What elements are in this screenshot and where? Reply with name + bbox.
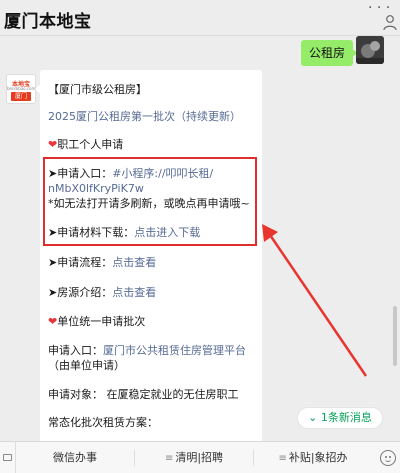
chat-area: 公租房 本地宝 bendibao.com 厦门 【厦门市级公租房】 2025厦门…: [0, 36, 400, 441]
housing-label: ➤房源介绍：: [48, 286, 113, 299]
list-item: ❤职工个人申请: [48, 137, 123, 152]
menu-item-recruit[interactable]: ≡ 清明|招聘: [135, 442, 253, 473]
process-label: ➤申请流程：: [48, 256, 113, 269]
highlight-box: [43, 157, 257, 246]
bottom-menu: 微信办事 ≡ 清明|招聘 ≡ 补贴|象招办: [0, 441, 400, 473]
list-item: ➤房源介绍：点击查看: [48, 285, 156, 300]
menu-label: 清明|招聘: [175, 451, 224, 464]
section-label: 职工个人申请: [57, 138, 124, 151]
chevron-down-icon: ⌄: [308, 411, 321, 424]
menu-label: 补贴|象招办: [288, 451, 348, 464]
platform-link[interactable]: 厦门市公共租赁住房管理平台: [103, 344, 246, 357]
heart-icon: ❤: [48, 315, 58, 328]
menu-icon: ≡: [278, 453, 287, 464]
scrollbar[interactable]: [393, 306, 397, 366]
menu-icon: ≡: [164, 453, 174, 464]
process-link[interactable]: 点击查看: [112, 256, 156, 269]
avatar-city: 厦门: [11, 92, 31, 101]
list-item: ➤申请流程：点击查看: [48, 255, 156, 270]
menu-label: 微信办事: [53, 451, 97, 464]
plan-text: 常态化批次租赁方案：: [48, 416, 158, 429]
housing-link[interactable]: 点击查看: [112, 286, 156, 299]
more-dots-icon[interactable]: · · ·: [368, 1, 390, 15]
list-item: ❤单位统一申请批次: [48, 314, 145, 329]
heart-icon: ❤: [48, 138, 58, 151]
bot-avatar[interactable]: 本地宝 bendibao.com 厦门: [6, 74, 36, 104]
eligibility-text: 申请对象： 在厦稳定就业的无住房职工: [48, 388, 239, 401]
unit-note: （由单位申请）: [48, 359, 125, 372]
keyboard-icon[interactable]: [0, 442, 16, 473]
emoji-icon[interactable]: [380, 450, 396, 466]
menu-item-subsidy[interactable]: ≡ 补贴|象招办: [254, 442, 372, 473]
avatar-site: bendibao.com: [7, 86, 36, 91]
outgoing-message[interactable]: 公租房: [301, 40, 359, 66]
chat-header: 厦门本地宝 · · ·: [0, 0, 400, 36]
menu-item-services[interactable]: 微信办事: [16, 442, 134, 473]
message-heading: 【厦门市级公租房】: [48, 83, 147, 96]
my-avatar[interactable]: [356, 36, 384, 64]
new-messages-button[interactable]: ⌄ 1条新消息: [297, 407, 383, 429]
new-messages-label: 1条新消息: [320, 411, 372, 424]
article-link[interactable]: 2025厦门公租房第一批次（持续更新）: [48, 109, 241, 124]
user-icon[interactable]: [383, 14, 397, 32]
chat-title: 厦门本地宝: [4, 12, 92, 32]
entry-label: 申请入口：: [48, 344, 103, 357]
section-label: 单位统一申请批次: [57, 315, 146, 328]
list-item: 申请入口：厦门市公共租赁住房管理平台: [48, 343, 246, 358]
